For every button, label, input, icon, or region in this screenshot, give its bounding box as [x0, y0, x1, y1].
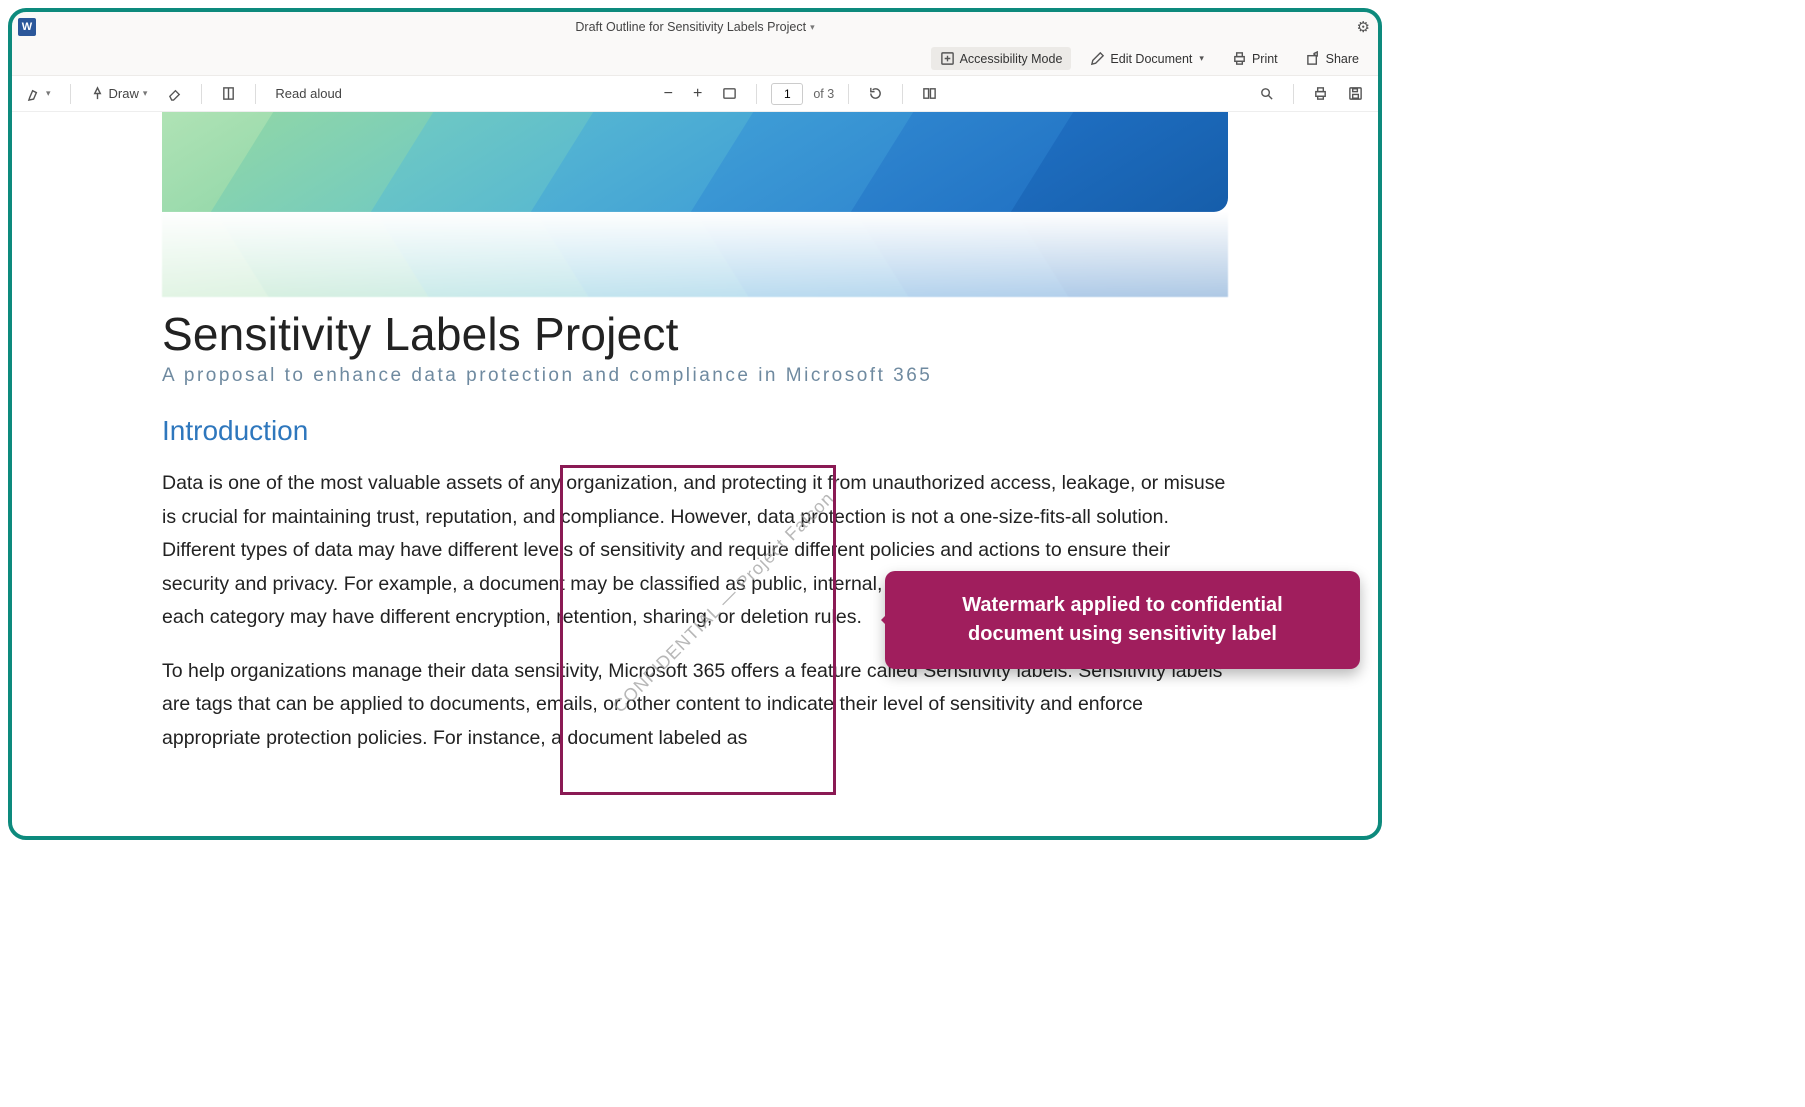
- body-paragraph: To help organizations manage their data …: [162, 655, 1228, 756]
- page-number-input[interactable]: [771, 83, 803, 105]
- word-app-icon: W: [18, 18, 36, 36]
- print-icon: [1232, 51, 1247, 66]
- page-view-button[interactable]: [216, 83, 241, 104]
- separator: [902, 84, 903, 104]
- fit-page-button[interactable]: [717, 83, 742, 104]
- print-button[interactable]: Print: [1223, 47, 1287, 70]
- pencil-icon: [1090, 51, 1105, 66]
- separator: [848, 84, 849, 104]
- save-button[interactable]: [1343, 83, 1368, 104]
- edit-document-button[interactable]: Edit Document ▾: [1081, 47, 1213, 70]
- chevron-down-icon: ▾: [143, 88, 148, 99]
- read-aloud-label: Read aloud: [275, 86, 342, 101]
- header-banner: [162, 112, 1228, 297]
- document-viewport[interactable]: Sensitivity Labels Project A proposal to…: [12, 112, 1378, 836]
- command-bar: Accessibility Mode Edit Document ▾ Print…: [12, 42, 1378, 76]
- chevron-down-icon: ▾: [46, 88, 51, 99]
- separator: [255, 84, 256, 104]
- share-button[interactable]: Share: [1297, 47, 1368, 70]
- document-title-text: Draft Outline for Sensitivity Labels Pro…: [575, 20, 806, 34]
- separator: [70, 84, 71, 104]
- share-icon: [1306, 51, 1321, 66]
- callout-line: document using sensitivity label: [911, 620, 1334, 649]
- share-label: Share: [1326, 52, 1359, 66]
- section-heading: Introduction: [162, 415, 1228, 447]
- separator: [1293, 84, 1294, 104]
- print-toolbar-button[interactable]: [1308, 83, 1333, 104]
- chevron-down-icon: ▾: [810, 22, 815, 33]
- accessibility-mode-button[interactable]: Accessibility Mode: [931, 47, 1072, 70]
- print-label: Print: [1252, 52, 1278, 66]
- zoom-out-button[interactable]: −: [659, 82, 678, 106]
- read-aloud-button[interactable]: Read aloud: [270, 83, 347, 104]
- document-subtitle: A proposal to enhance data protection an…: [162, 365, 1228, 387]
- search-button[interactable]: [1254, 83, 1279, 104]
- callout-line: Watermark applied to confidential: [911, 591, 1334, 620]
- chevron-down-icon: ▾: [1199, 53, 1204, 64]
- app-window: W Draft Outline for Sensitivity Labels P…: [8, 8, 1382, 840]
- document-heading: Sensitivity Labels Project: [162, 307, 1228, 361]
- settings-gear-icon[interactable]: ⚙: [1357, 18, 1370, 36]
- separator: [756, 84, 757, 104]
- annotation-callout: Watermark applied to confidential docume…: [885, 571, 1360, 669]
- document-content: Sensitivity Labels Project A proposal to…: [162, 307, 1228, 755]
- draw-button[interactable]: Draw ▾: [85, 83, 153, 104]
- zoom-in-button[interactable]: +: [688, 82, 707, 106]
- highlighter-button[interactable]: ▾: [22, 83, 56, 104]
- document-title-dropdown[interactable]: Draft Outline for Sensitivity Labels Pro…: [575, 20, 814, 34]
- title-bar: W Draft Outline for Sensitivity Labels P…: [12, 12, 1378, 42]
- eraser-button[interactable]: [162, 83, 187, 104]
- page-layout-button[interactable]: [917, 83, 942, 104]
- rotate-button[interactable]: [863, 83, 888, 104]
- accessibility-icon: [940, 51, 955, 66]
- separator: [201, 84, 202, 104]
- edit-label: Edit Document: [1110, 52, 1192, 66]
- page-count-label: of 3: [813, 87, 834, 101]
- draw-label: Draw: [109, 86, 139, 101]
- accessibility-label: Accessibility Mode: [960, 52, 1063, 66]
- reader-toolbar: ▾ Draw ▾ Read aloud − +: [12, 76, 1378, 112]
